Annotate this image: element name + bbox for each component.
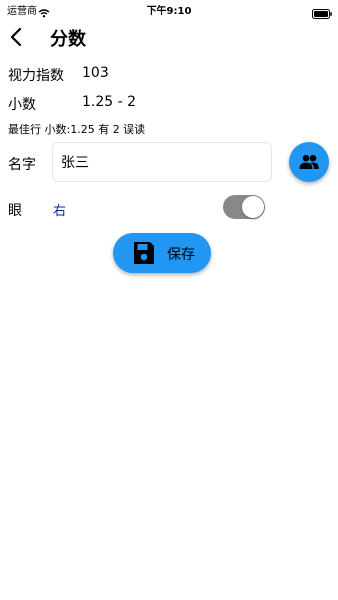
status-bar: 运营商 下午9:10 xyxy=(0,0,338,19)
vision-index-label: 视力指数 xyxy=(8,68,64,84)
save-button[interactable]: 保存 xyxy=(113,233,211,273)
eye-value: 右 xyxy=(53,204,67,219)
name-label: 名字 xyxy=(8,157,36,173)
floppy-disk-icon xyxy=(134,242,154,264)
back-button[interactable] xyxy=(6,26,28,48)
page-title: 分数 xyxy=(50,29,86,50)
contacts-icon xyxy=(299,154,319,169)
contacts-button[interactable] xyxy=(289,142,329,182)
save-button-label: 保存 xyxy=(167,247,195,263)
decimal-value: 1.25 - 2 xyxy=(82,94,137,110)
battery-icon xyxy=(312,4,332,23)
vision-index-value: 103 xyxy=(82,65,109,81)
name-input[interactable] xyxy=(52,142,272,182)
eye-toggle[interactable] xyxy=(223,195,265,219)
eye-label: 眼 xyxy=(8,203,22,219)
back-arrow-icon xyxy=(10,27,22,47)
status-time: 下午9:10 xyxy=(146,6,192,17)
decimal-label: 小数 xyxy=(8,97,36,113)
toggle-knob xyxy=(242,196,264,218)
best-line-text: 最佳行 小数:1.25 有 2 误读 xyxy=(8,123,146,136)
